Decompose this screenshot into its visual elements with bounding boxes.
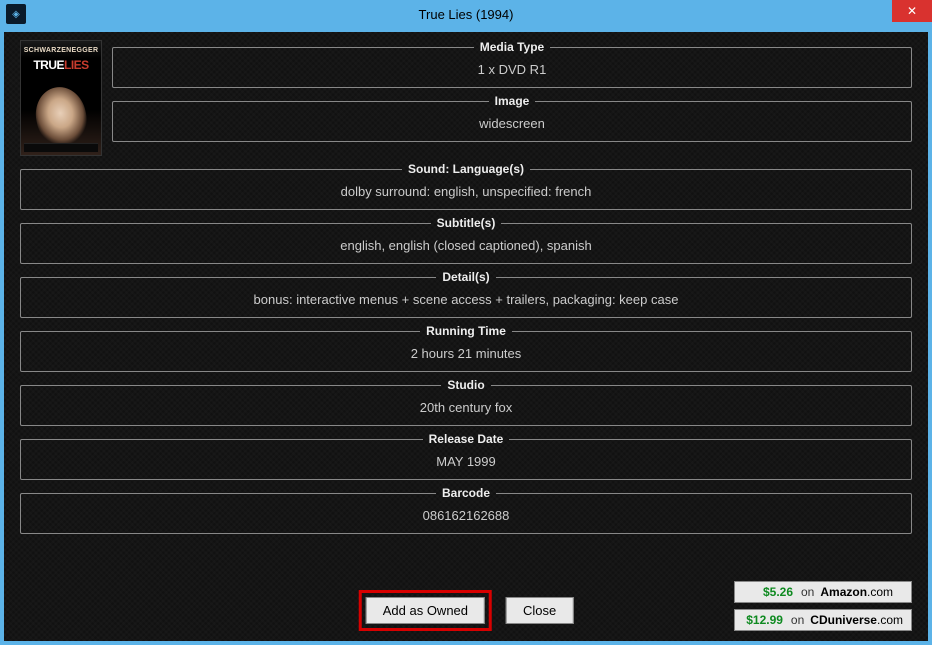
add-as-owned-button[interactable]: Add as Owned — [366, 597, 485, 624]
top-fields-column: Media Type 1 x DVD R1 Image widescreen — [112, 40, 912, 142]
field-value: 2 hours 21 minutes — [29, 346, 903, 361]
price-link-amazon[interactable]: $5.26 on Amazon.com — [734, 581, 912, 603]
poster-title-red: LIES — [64, 58, 89, 72]
price-on: on — [801, 585, 814, 599]
price-value: $5.26 — [743, 585, 793, 599]
field-value: widescreen — [121, 116, 903, 131]
price-store: CDuniverse.com — [810, 613, 903, 627]
poster-bottom-strip — [24, 143, 98, 152]
field-running-time: Running Time 2 hours 21 minutes — [20, 324, 912, 372]
field-value: MAY 1999 — [29, 454, 903, 469]
poster-title-white: TRUE — [33, 58, 64, 72]
price-value: $12.99 — [743, 613, 783, 627]
field-label: Release Date — [423, 432, 510, 446]
window-close-button[interactable]: ✕ — [892, 0, 932, 22]
field-studio: Studio 20th century fox — [20, 378, 912, 426]
close-button[interactable]: Close — [506, 597, 573, 624]
poster-top-banner: SCHWARZENEGGER — [21, 47, 101, 54]
field-image: Image widescreen — [112, 94, 912, 142]
field-media-type: Media Type 1 x DVD R1 — [112, 40, 912, 88]
field-value: english, english (closed captioned), spa… — [29, 238, 903, 253]
field-details: Detail(s) bonus: interactive menus + sce… — [20, 270, 912, 318]
field-label: Image — [489, 94, 536, 108]
field-value: 20th century fox — [29, 400, 903, 415]
field-barcode: Barcode 086162162688 — [20, 486, 912, 534]
field-label: Sound: Language(s) — [402, 162, 530, 176]
field-label: Subtitle(s) — [431, 216, 502, 230]
bottom-bar: Add as Owned Close $5.26 on Amazon.com $… — [20, 581, 912, 641]
top-row: SCHWARZENEGGER TRUELIES Media Type 1 x D… — [20, 40, 912, 156]
field-subtitles: Subtitle(s) english, english (closed cap… — [20, 216, 912, 264]
field-label: Detail(s) — [436, 270, 495, 284]
field-value: 086162162688 — [29, 508, 903, 523]
titlebar: ◈ True Lies (1994) ✕ — [0, 0, 932, 28]
app-icon: ◈ — [6, 4, 26, 24]
poster-face — [31, 82, 92, 149]
field-value: bonus: interactive menus + scene access … — [29, 292, 903, 307]
full-fields-column: Sound: Language(s) dolby surround: engli… — [20, 162, 912, 534]
field-value: dolby surround: english, unspecified: fr… — [29, 184, 903, 199]
highlight-frame: Add as Owned — [359, 590, 492, 631]
field-release-date: Release Date MAY 1999 — [20, 432, 912, 480]
close-icon: ✕ — [907, 4, 917, 18]
price-on: on — [791, 613, 804, 627]
movie-poster: SCHWARZENEGGER TRUELIES — [20, 40, 102, 156]
field-sound: Sound: Language(s) dolby surround: engli… — [20, 162, 912, 210]
field-label: Barcode — [436, 486, 496, 500]
content-area: SCHWARZENEGGER TRUELIES Media Type 1 x D… — [4, 32, 928, 641]
center-buttons: Add as Owned Close — [359, 590, 574, 631]
window: ◈ True Lies (1994) ✕ SCHWARZENEGGER TRUE… — [0, 0, 932, 645]
window-title: True Lies (1994) — [0, 7, 932, 22]
price-link-cduniverse[interactable]: $12.99 on CDuniverse.com — [734, 609, 912, 631]
price-store: Amazon.com — [820, 585, 893, 599]
field-value: 1 x DVD R1 — [121, 62, 903, 77]
field-label: Media Type — [474, 40, 550, 54]
field-label: Running Time — [420, 324, 512, 338]
price-links: $5.26 on Amazon.com $12.99 on CDuniverse… — [734, 581, 912, 631]
poster-title: TRUELIES — [21, 58, 101, 72]
field-label: Studio — [441, 378, 490, 392]
